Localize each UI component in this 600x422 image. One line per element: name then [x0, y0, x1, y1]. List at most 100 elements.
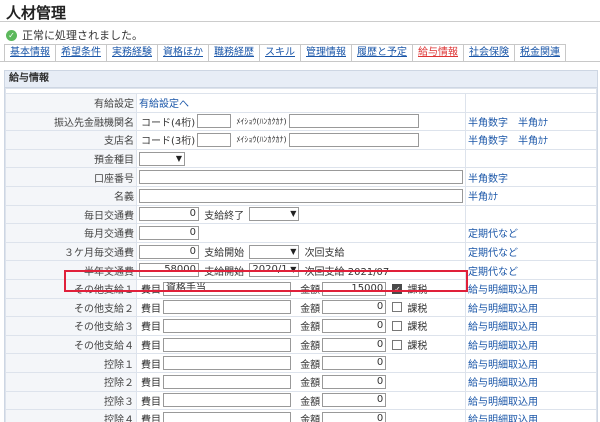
- other-item-input[interactable]: [163, 318, 291, 333]
- form-row-deposit: 預金種目 ▼: [5, 148, 597, 169]
- monthly-transport-input[interactable]: 0: [139, 225, 199, 240]
- branch-code-input[interactable]: [197, 132, 232, 147]
- taxable-checkbox[interactable]: [392, 320, 403, 331]
- taxable-checkbox[interactable]: ✓: [392, 283, 403, 294]
- tab-qualifications[interactable]: 資格ほか: [158, 44, 209, 62]
- other-amount-input[interactable]: 15000: [322, 281, 387, 296]
- chevron-down-icon: ▼: [175, 153, 182, 163]
- form-row-deduction-3: 控除３ 費目 金額 0 給与明細取込用: [5, 390, 597, 411]
- branch-name-input[interactable]: [288, 132, 419, 147]
- form-row-other-3: その他支給３ 費目 金額 0 課税 給与明細取込用: [5, 316, 597, 336]
- tab-divider: [0, 61, 600, 62]
- item-label: 費目: [141, 341, 161, 353]
- payslip-hint: 給与明細取込用: [465, 297, 597, 318]
- amount-label: 金額: [300, 378, 321, 390]
- branch-hint: 半角数字 半角ｶﾅ: [465, 130, 597, 150]
- item-label: 費目: [141, 303, 161, 315]
- taxable-checkbox[interactable]: [392, 302, 403, 313]
- amount-label: 金額: [300, 415, 321, 422]
- bank-code-label: コード(4桁): [141, 117, 196, 129]
- amount-label: 金額: [300, 285, 321, 297]
- tab-bar: 基本情報 希望条件 実務経験 資格ほか 職務経歴 スキル 管理情報 履歴と予定 …: [4, 44, 566, 62]
- tab-desired-conditions[interactable]: 希望条件: [56, 44, 107, 62]
- form-row-other-2: その他支給２ 費目 金額 0 課税 給与明細取込用: [5, 297, 597, 318]
- form-row-yukyu: 有給設定 有給設定へ: [5, 93, 597, 113]
- taxable-checkbox[interactable]: [392, 339, 403, 350]
- holder-input[interactable]: [139, 188, 463, 203]
- other-payment-label: その他支給４: [5, 334, 137, 355]
- form-row-deduction-1: 控除１ 費目 金額 0 給与明細取込用: [5, 353, 597, 373]
- amount-label: 金額: [300, 341, 321, 353]
- tab-skills[interactable]: スキル: [260, 44, 301, 62]
- other-item-input[interactable]: [163, 300, 291, 315]
- deduction-item-input[interactable]: [163, 393, 291, 408]
- tab-career-history[interactable]: 職務経歴: [209, 44, 260, 62]
- salary-info-section: 給与情報 有給設定 有給設定へ 振込先金融機関名 コード(4桁) ﾒｲｼｮｳ(ﾊ…: [4, 70, 598, 422]
- daily-transport-input[interactable]: 0: [139, 207, 199, 222]
- payslip-hint: 給与明細取込用: [465, 334, 597, 355]
- payslip-hint: 給与明細取込用: [465, 371, 597, 392]
- daily-end-label: 支給終了: [204, 210, 245, 222]
- quarterly-transport-label: ３ケ月毎交通費: [5, 241, 137, 262]
- form-row-other-1: その他支給１ 費目 資格手当 金額 15000 ✓ 課税 給与明細取込用: [5, 278, 597, 299]
- deduction-amount-input[interactable]: 0: [322, 374, 387, 389]
- tab-basic-info[interactable]: 基本情報: [4, 44, 56, 62]
- quarterly-transport-input[interactable]: 0: [139, 244, 199, 259]
- quarterly-start-select[interactable]: ▼: [249, 244, 300, 259]
- payslip-hint: 給与明細取込用: [465, 278, 597, 299]
- taxable-label: 課税: [407, 285, 428, 297]
- halfyear-start-select[interactable]: 2020/1 ▼: [249, 263, 300, 278]
- deduction-amount-input[interactable]: 0: [322, 411, 387, 422]
- daily-end-select[interactable]: ▼: [249, 207, 300, 222]
- tab-history-schedule[interactable]: 履歴と予定: [352, 44, 413, 62]
- holder-label: 名義: [5, 185, 137, 206]
- taxable-label: 課税: [407, 303, 428, 315]
- deduction-label: 控除１: [5, 353, 137, 373]
- halfyear-next-label: 次回支給 2021/07: [304, 266, 390, 278]
- form-row-branch: 支店名 コード(3桁) ﾒｲｼｮｳ(ﾊﾝｶｸｶﾅ) 半角数字 半角ｶﾅ: [5, 130, 597, 150]
- quarterly-next-label: 次回支給: [304, 248, 345, 260]
- bank-code-input[interactable]: [197, 114, 232, 129]
- bank-name-input[interactable]: [288, 114, 419, 129]
- form-row-quarterly-transport: ３ケ月毎交通費 0 支給開始 ▼ 次回支給 定期代など: [5, 241, 597, 262]
- form-row-halfyear-transport: 半年交通費 58000 支給開始 2020/1 ▼ 次回支給 2021/07 定期…: [5, 260, 597, 280]
- tab-management-info[interactable]: 管理情報: [301, 44, 352, 62]
- bank-hint: 半角数字 半角ｶﾅ: [465, 111, 597, 132]
- deduction-item-input[interactable]: [163, 411, 291, 422]
- other-amount-input[interactable]: 0: [322, 300, 387, 315]
- payslip-hint: 給与明細取込用: [465, 390, 597, 411]
- tab-tax-related[interactable]: 税金関連: [515, 44, 566, 62]
- halfyear-transport-input[interactable]: 58000: [139, 263, 199, 278]
- other-item-input[interactable]: [163, 337, 291, 352]
- taxable-label: 課税: [407, 341, 428, 353]
- chevron-down-icon: ▼: [290, 246, 297, 256]
- daily-transport-label: 毎日交通費: [5, 204, 137, 225]
- other-item-input[interactable]: 資格手当: [163, 281, 291, 296]
- deposit-type-select[interactable]: ▼: [139, 151, 185, 166]
- deduction-amount-input[interactable]: 0: [322, 393, 387, 408]
- account-hint: 半角数字: [465, 167, 597, 187]
- account-number-input[interactable]: [139, 170, 463, 185]
- other-payment-label: その他支給２: [5, 297, 137, 318]
- deduction-amount-input[interactable]: 0: [322, 356, 387, 371]
- branch-label: 支店名: [5, 130, 137, 150]
- amount-label: 金額: [300, 303, 321, 315]
- tab-social-insurance[interactable]: 社会保険: [464, 44, 515, 62]
- title-divider: [0, 21, 600, 22]
- chevron-down-icon: ▼: [290, 209, 297, 219]
- tab-salary-info[interactable]: 給与情報: [413, 44, 464, 62]
- amount-label: 金額: [300, 322, 321, 334]
- form-row-bank: 振込先金融機関名 コード(4桁) ﾒｲｼｮｳ(ﾊﾝｶｸｶﾅ) 半角数字 半角ｶﾅ: [5, 111, 597, 132]
- deduction-item-input[interactable]: [163, 356, 291, 371]
- other-amount-input[interactable]: 0: [322, 337, 387, 352]
- branch-kana-label: ﾒｲｼｮｳ(ﾊﾝｶｸｶﾅ): [236, 135, 287, 145]
- form-row-monthly-transport: 毎月交通費 0 定期代など: [5, 223, 597, 243]
- status-text: 正常に処理されました。: [22, 29, 143, 42]
- deduction-item-input[interactable]: [163, 374, 291, 389]
- payslip-hint: 給与明細取込用: [465, 316, 597, 336]
- other-amount-input[interactable]: 0: [322, 318, 387, 333]
- tab-work-experience[interactable]: 実務経験: [107, 44, 158, 62]
- yukyu-settings-link[interactable]: 有給設定へ: [139, 99, 189, 110]
- branch-code-label: コード(3桁): [141, 136, 196, 148]
- account-number-label: 口座番号: [5, 167, 137, 187]
